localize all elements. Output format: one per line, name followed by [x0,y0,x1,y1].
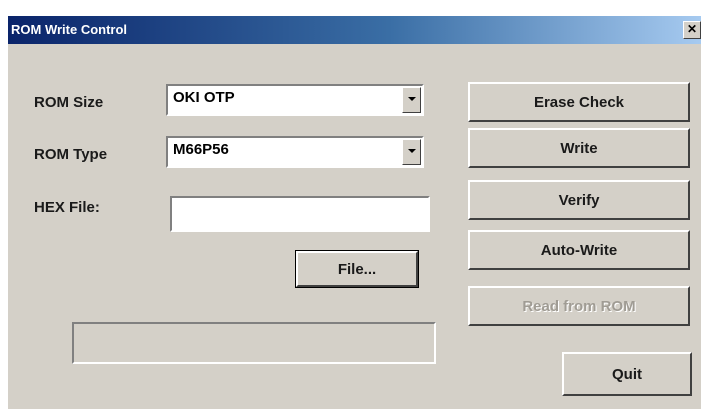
close-icon[interactable]: ✕ [683,21,701,39]
rom-type-value: M66P56 [173,141,229,158]
read-from-rom-button: Read from ROM [468,286,690,326]
chevron-down-icon[interactable] [402,87,421,113]
write-button[interactable]: Write [468,128,690,168]
hex-file-input[interactable] [170,196,430,232]
auto-write-button[interactable]: Auto-Write [468,230,690,270]
rom-size-label: ROM Size [34,94,104,111]
rom-type-select[interactable]: M66P56 [166,136,424,168]
read-from-rom-label: Read from ROM [522,297,636,315]
file-button[interactable]: File... [295,250,419,288]
verify-button[interactable]: Verify [468,180,690,220]
rom-write-control-dialog: ROM Write Control ✕ ROM Size OKI OTP ROM… [6,14,701,409]
rom-type-label: ROM Type [34,146,108,163]
erase-check-button[interactable]: Erase Check [468,82,690,122]
chevron-down-icon[interactable] [402,139,421,165]
title-bar[interactable]: ROM Write Control ✕ [8,16,701,44]
quit-button[interactable]: Quit [562,352,692,396]
rom-size-value: OKI OTP [173,89,235,106]
progress-bar [72,322,436,364]
hex-file-label: HEX File: [34,199,100,216]
rom-size-select[interactable]: OKI OTP [166,84,424,116]
window-title: ROM Write Control [11,22,128,37]
